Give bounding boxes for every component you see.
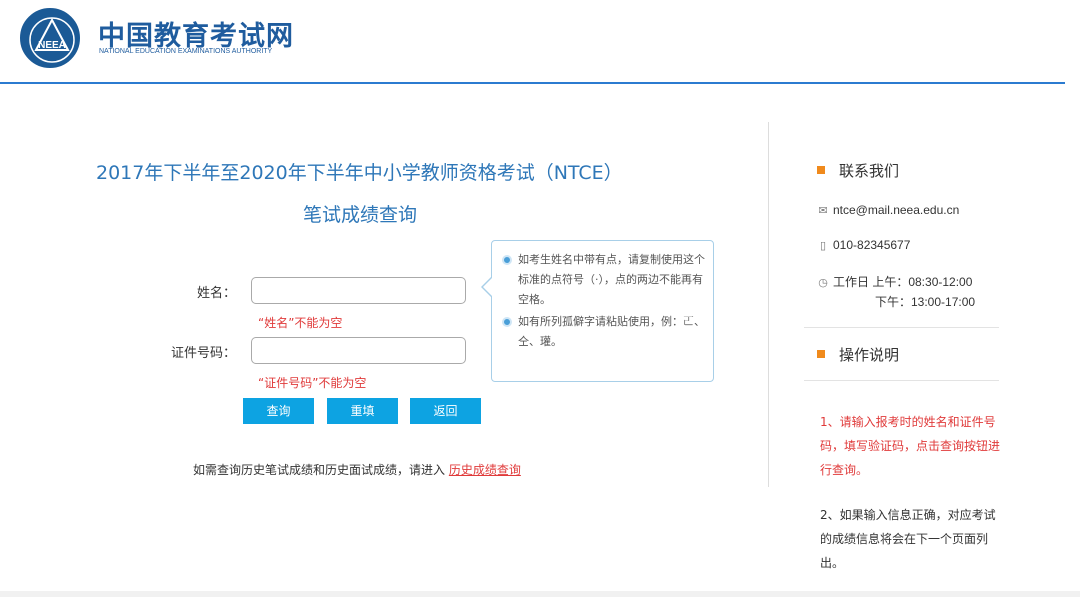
id-number-error-message: “证件号码”不能为空 xyxy=(258,376,367,390)
instructions-section-title: 操作说明 xyxy=(817,344,899,365)
page-bottom-bar xyxy=(0,591,1080,597)
tip-item: 如考生姓名中带有点，请复制使用这个标准的点符号（·），点的两边不能再有空格。 xyxy=(502,250,707,310)
vertical-divider xyxy=(768,122,769,487)
tip-arrow-fill xyxy=(483,277,493,297)
section-divider xyxy=(804,327,999,328)
neea-logo-icon[interactable]: NEEA xyxy=(20,8,80,68)
clock-icon: ◷ xyxy=(818,277,828,289)
page-subtitle: 笔试成绩查询 xyxy=(302,204,417,226)
history-scores-link[interactable]: 历史成绩查询 xyxy=(449,463,521,477)
input-tip-box: 如考生姓名中带有点，请复制使用这个标准的点符号（·），点的两边不能再有空格。 如… xyxy=(491,240,714,382)
tip-item: 如有所列孤僻字请粘贴使用，例：𠀀、仝、瓘。 xyxy=(502,312,707,352)
bullet-icon xyxy=(502,317,512,327)
contact-email: ✉ ntce@mail.neea.edu.cn xyxy=(818,203,960,217)
query-button[interactable]: 查询 xyxy=(243,398,314,424)
mail-icon: ✉ xyxy=(818,205,828,217)
history-notice: 如需查询历史笔试成绩和历史面试成绩，请进入 历史成绩查询 xyxy=(193,461,521,478)
history-notice-text: 如需查询历史笔试成绩和历史面试成绩，请进入 xyxy=(193,463,446,477)
contact-hours-morning: ◷ 工作日 上午：08:30-12:00 xyxy=(818,275,973,289)
reset-button[interactable]: 重填 xyxy=(327,398,398,424)
tip-text: 如考生姓名中带有点，请复制使用这个标准的点符号（·），点的两边不能再有空格。 xyxy=(518,253,705,306)
site-header: NEEA 中国教育考试网 NATIONAL EDUCATION EXAMINAT… xyxy=(0,0,1080,85)
section-divider xyxy=(804,380,999,381)
phone-icon: ▯ xyxy=(819,240,827,252)
name-input[interactable] xyxy=(251,277,466,304)
svg-text:NEEA: NEEA xyxy=(38,40,66,51)
contact-phone: ▯ 010-82345677 xyxy=(817,238,910,252)
contact-hours-afternoon: 下午：13:00-17:00 xyxy=(875,295,976,309)
back-button[interactable]: 返回 xyxy=(410,398,481,424)
instruction-step-1: 1、请输入报考时的姓名和证件号码，填写验证码，点击查询按钮进行查询。 xyxy=(820,415,1001,477)
square-bullet-icon xyxy=(817,349,825,358)
tip-text: 如有所列孤僻字请粘贴使用，例：𠀀、仝、瓘。 xyxy=(518,315,705,348)
page-title: 2017年下半年至2020年下半年中小学教师资格考试（NTCE） xyxy=(96,162,623,184)
name-error-message: “姓名”不能为空 xyxy=(258,316,343,330)
id-number-label: 证件号码： xyxy=(170,346,236,361)
id-number-input[interactable] xyxy=(251,337,466,364)
name-label: 姓名： xyxy=(196,286,236,301)
site-logo-subtitle: NATIONAL EDUCATION EXAMINATIONS AUTHORIT… xyxy=(99,48,273,55)
contact-section-title: 联系我们 xyxy=(817,160,899,181)
instruction-step-2: 2、如果输入信息正确，对应考试的成绩信息将会在下一个页面列出。 xyxy=(820,508,996,570)
header-divider xyxy=(0,82,1065,84)
bullet-icon xyxy=(502,255,512,265)
square-bullet-icon xyxy=(817,165,825,174)
